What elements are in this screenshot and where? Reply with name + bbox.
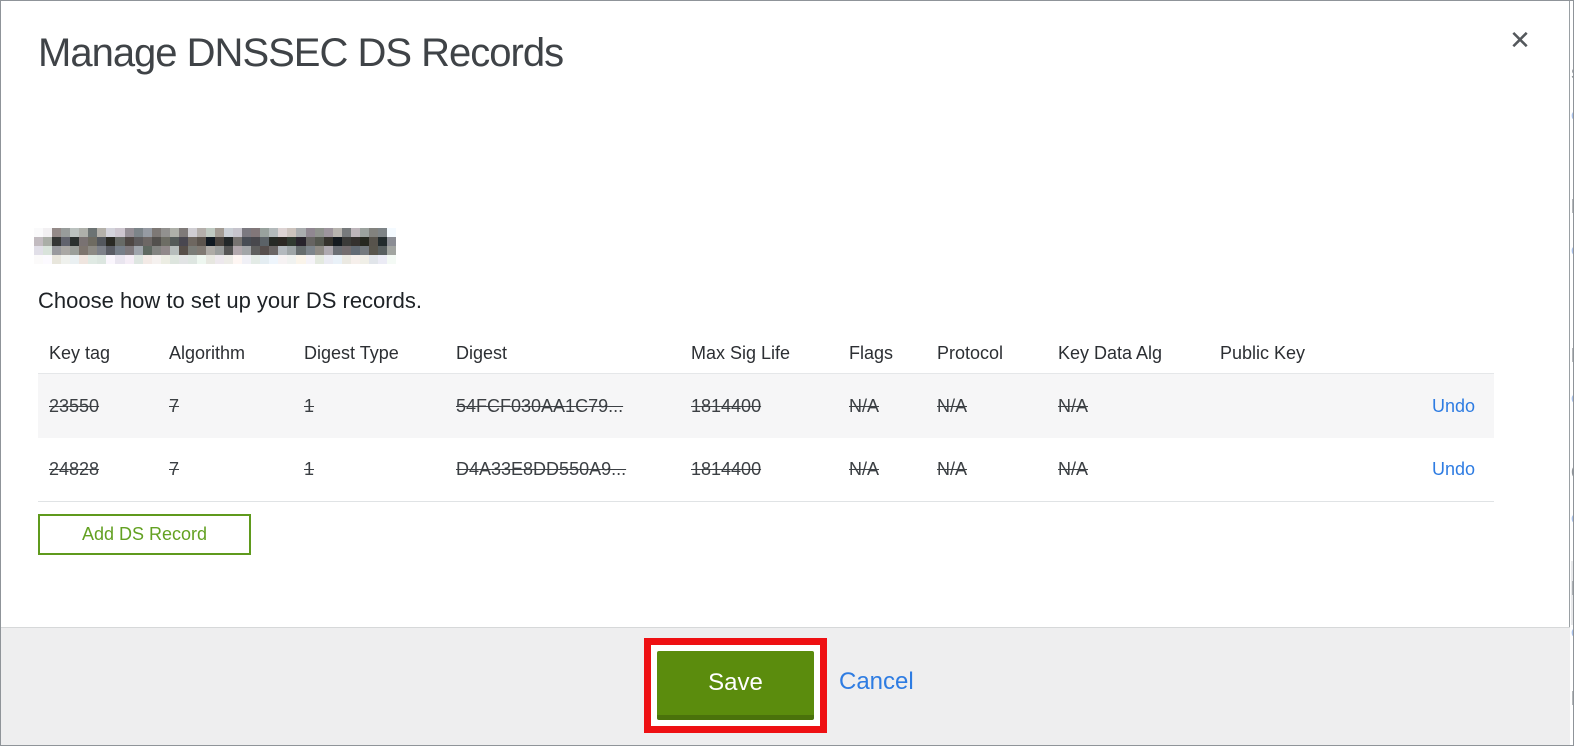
add-ds-record-button[interactable]: Add DS Record [38,514,251,555]
cell-digest-type: 1 [304,395,315,416]
column-header-flags: Flags [849,343,894,363]
cell-actions: Undo [1382,396,1494,417]
column-header-digest: Digest [456,343,508,363]
table-header-row: Key tag Algorithm Digest Type Digest Max… [38,334,1494,374]
cell-key-data-alg: N/A [1058,395,1089,416]
save-highlight-annotation: Save [644,638,827,733]
cell-protocol: N/A [937,459,968,479]
cell-digest-type: 1 [304,459,315,479]
close-icon[interactable]: ✕ [1503,23,1537,57]
cell-digest: D4A33E8DD550A9... [456,459,627,479]
page-title: Manage DNSSEC DS Records [38,31,564,75]
column-header-protocol: Protocol [937,343,1004,363]
cell-digest: 54FCF030AA1C79... [456,395,624,416]
cell-key-tag: 23550 [49,395,100,416]
cell-algorithm: 7 [169,395,180,416]
cell-algorithm: 7 [169,459,180,479]
table-row: 24828 7 1 D4A33E8DD550A9... 1814400 N/A … [38,438,1494,502]
column-header-public-key: Public Key [1220,343,1306,363]
cell-key-tag: 24828 [49,459,100,479]
undo-link[interactable]: Undo [1432,396,1475,416]
manage-dnssec-modal: Manage DNSSEC DS Records ✕ Choose how to… [1,1,1570,745]
setup-instruction-text: Choose how to set up your DS records. [38,288,422,313]
save-button[interactable]: Save [657,651,814,720]
column-header-algorithm: Algorithm [169,343,246,363]
modal-footer: Save Cancel [1,627,1570,745]
cell-protocol: N/A [937,395,968,416]
cell-flags: N/A [849,395,880,416]
cell-flags: N/A [849,459,880,479]
ds-records-table: Key tag Algorithm Digest Type Digest Max… [38,334,1494,502]
column-header-max-sig-life: Max Sig Life [691,343,791,363]
column-header-key-tag: Key tag [49,343,111,363]
cancel-link[interactable]: Cancel [839,668,914,696]
cell-key-data-alg: N/A [1058,459,1089,479]
redacted-domain [34,228,396,264]
cell-max-sig-life: 1814400 [691,395,762,416]
column-header-key-data-alg: Key Data Alg [1058,343,1163,363]
cell-max-sig-life: 1814400 [691,459,762,479]
screenshot-frame: Manage DNSSEC DS Records ✕ Choose how to… [0,0,1574,746]
column-header-digest-type: Digest Type [304,343,399,363]
table-row: 23550 7 1 54FCF030AA1C79... 1814400 N/A … [38,374,1494,438]
cell-actions: Undo [1382,459,1494,480]
undo-link[interactable]: Undo [1432,459,1475,479]
